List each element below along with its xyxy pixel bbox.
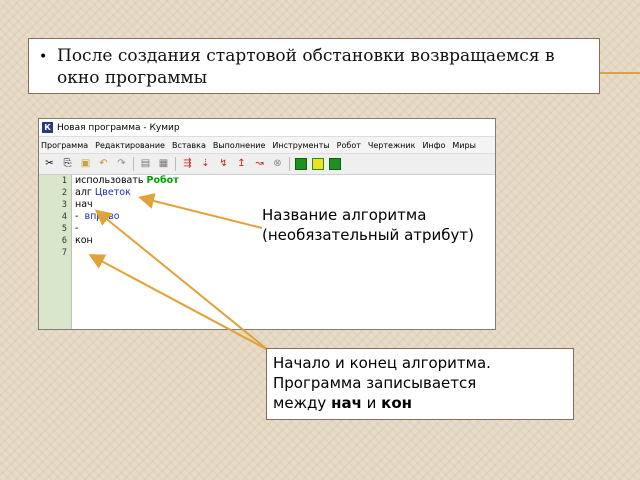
menu-edit[interactable]: Редактирование bbox=[95, 141, 165, 150]
code-line: алг Цветок bbox=[72, 187, 495, 199]
annotation-line: Начало и конец алгоритма. bbox=[273, 354, 491, 372]
annotation-line: (необязательный атрибут) bbox=[262, 226, 474, 244]
module-robot: Робот bbox=[146, 175, 179, 186]
menu-run[interactable]: Выполнение bbox=[213, 141, 266, 150]
menu-tools[interactable]: Инструменты bbox=[272, 141, 329, 150]
redo-icon[interactable]: ↷ bbox=[115, 158, 128, 171]
step-icon[interactable]: ⇣ bbox=[199, 158, 212, 171]
toolbar-separator bbox=[133, 157, 134, 171]
keyword-end: кон bbox=[75, 235, 93, 246]
keyword-begin-label: нач bbox=[331, 394, 362, 412]
algorithm-name: Цветок bbox=[94, 187, 131, 198]
indent-dash: - bbox=[75, 211, 79, 222]
grid-icon[interactable] bbox=[295, 158, 307, 170]
run-icon[interactable]: ⇶ bbox=[181, 158, 194, 171]
menu-insert[interactable]: Вставка bbox=[172, 141, 206, 150]
bullet-box: • После создания стартовой обстановки во… bbox=[28, 38, 600, 94]
field-icon[interactable] bbox=[329, 158, 341, 170]
keyword-alg: алг bbox=[75, 187, 92, 198]
menu-worlds[interactable]: Миры bbox=[452, 141, 476, 150]
annotation-text: между bbox=[273, 394, 332, 412]
toolbar-separator bbox=[289, 157, 290, 171]
annotation-line: между нач и кон bbox=[273, 393, 567, 413]
save-icon[interactable]: ▦ bbox=[157, 158, 170, 171]
line-number: 1 bbox=[61, 176, 67, 186]
begin-end-annotation: Начало и конец алгоритма. Программа запи… bbox=[266, 348, 574, 420]
annotation-line: Программа записывается bbox=[273, 374, 477, 392]
line-number-gutter: 1 2 3 4 5 6 7 bbox=[39, 175, 72, 329]
annotation-text: и bbox=[361, 394, 382, 412]
keyword-use: использовать bbox=[75, 175, 144, 186]
indent-dash: - bbox=[75, 223, 79, 234]
window-titlebar: К Новая программа - Кумир bbox=[39, 119, 495, 137]
algorithm-name-annotation: Название алгоритма (необязательный атриб… bbox=[262, 205, 512, 245]
command-right: вправо bbox=[84, 211, 120, 222]
menu-drawer[interactable]: Чертежник bbox=[368, 141, 416, 150]
keyword-begin: нач bbox=[75, 199, 93, 210]
paste-icon[interactable]: ▣ bbox=[79, 158, 92, 171]
line-number: 3 bbox=[61, 200, 67, 210]
decorative-line bbox=[600, 72, 640, 74]
kumir-app-icon: К bbox=[42, 122, 53, 133]
toolbar-separator bbox=[175, 157, 176, 171]
code-line: использовать Робот bbox=[72, 175, 495, 187]
stop-icon[interactable]: ⊗ bbox=[271, 158, 284, 171]
code-area[interactable]: использовать Робот алг Цветок нач - впра… bbox=[72, 175, 495, 329]
robot-icon[interactable] bbox=[312, 158, 324, 170]
line-number: 2 bbox=[61, 188, 67, 198]
line-number: 4 bbox=[61, 212, 67, 222]
copy-icon[interactable]: ⎘ bbox=[61, 158, 74, 171]
undo-icon[interactable]: ↶ bbox=[97, 158, 110, 171]
bullet-text: После создания стартовой обстановки возв… bbox=[57, 46, 555, 88]
bullet-dot: • bbox=[39, 49, 48, 65]
step-over-icon[interactable]: ↝ bbox=[253, 158, 266, 171]
code-editor[interactable]: 1 2 3 4 5 6 7 использовать Робот алг Цве… bbox=[39, 175, 495, 329]
line-number: 5 bbox=[61, 224, 67, 234]
toolbar: ✂ ⎘ ▣ ↶ ↷ ▤ ▦ ⇶ ⇣ ↯ ↥ ↝ ⊗ bbox=[39, 154, 495, 175]
menu-bar: Программа Редактирование Вставка Выполне… bbox=[39, 137, 495, 154]
line-number: 7 bbox=[61, 248, 67, 258]
open-icon[interactable]: ▤ bbox=[139, 158, 152, 171]
menu-program[interactable]: Программа bbox=[41, 141, 88, 150]
annotation-line: Название алгоритма bbox=[262, 206, 427, 224]
step-into-icon[interactable]: ↯ bbox=[217, 158, 230, 171]
line-number: 6 bbox=[61, 236, 67, 246]
menu-robot[interactable]: Робот bbox=[337, 141, 361, 150]
cut-icon[interactable]: ✂ bbox=[43, 158, 56, 171]
step-out-icon[interactable]: ↥ bbox=[235, 158, 248, 171]
keyword-end-label: кон bbox=[381, 394, 413, 412]
window-title: Новая программа - Кумир bbox=[57, 122, 180, 133]
menu-info[interactable]: Инфо bbox=[422, 141, 445, 150]
